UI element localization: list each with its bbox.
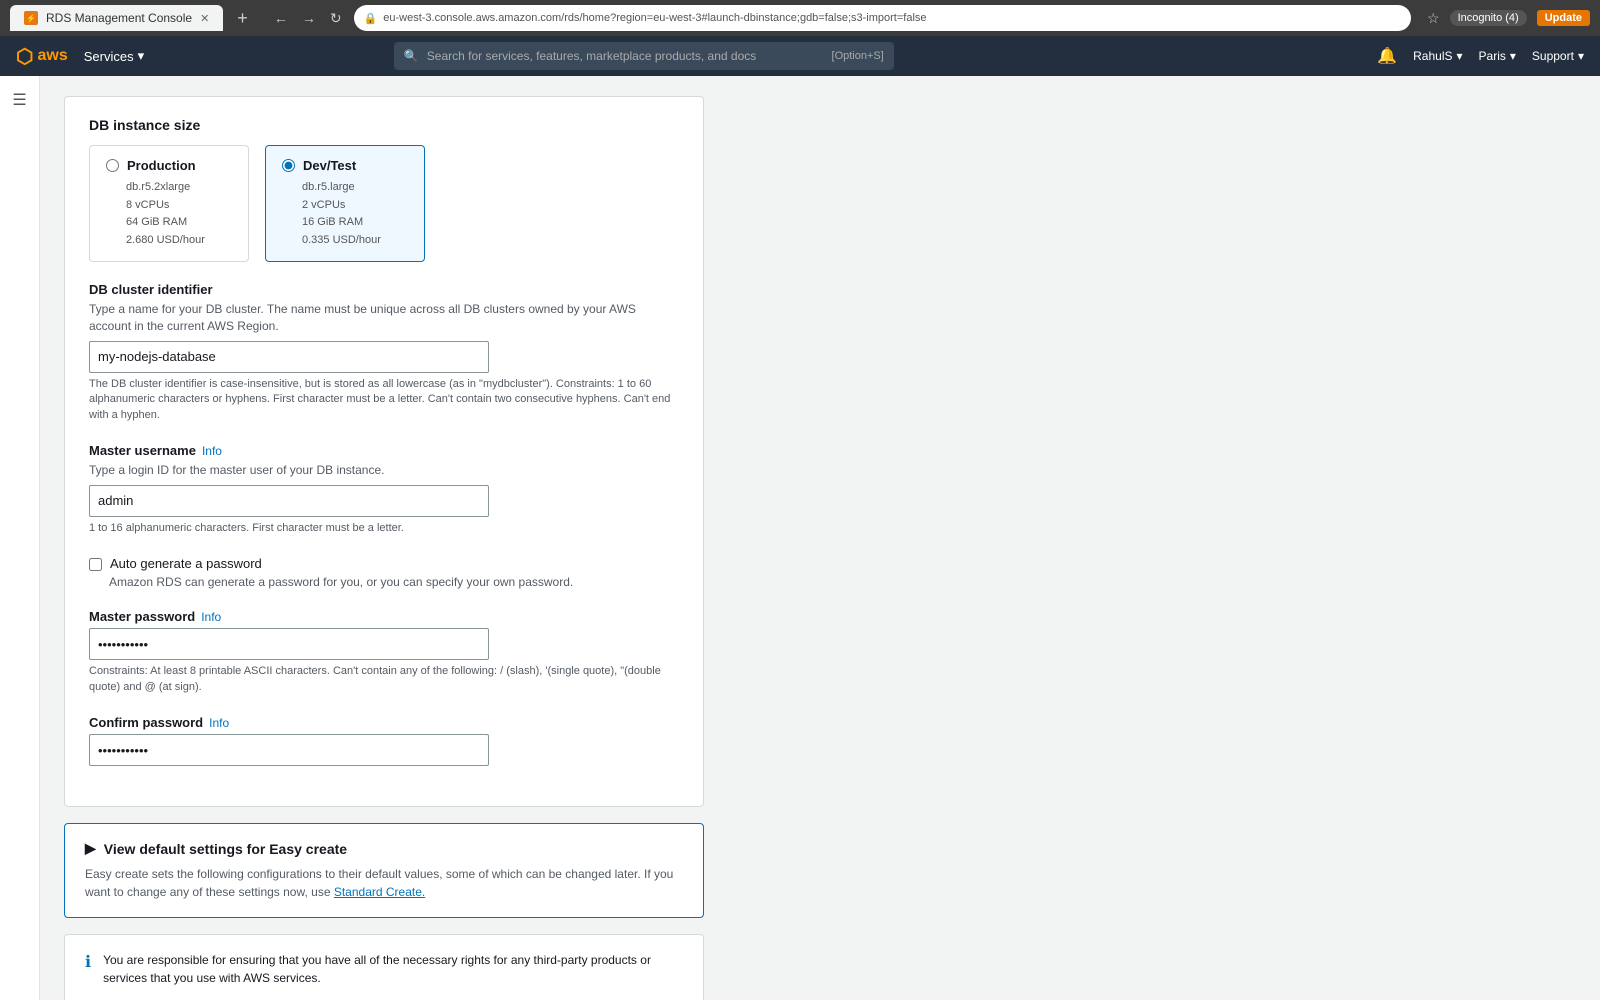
db-cluster-identifier-hint: The DB cluster identifier is case-insens…: [89, 377, 679, 423]
dev-test-radio[interactable]: [282, 159, 295, 172]
services-label: Services: [84, 49, 134, 64]
db-instance-size-label: DB instance size: [89, 117, 679, 133]
master-username-description: Type a login ID for the master user of y…: [89, 462, 679, 479]
form-card: DB instance size Production db.r5.2xlarg…: [64, 96, 704, 807]
aws-wordmark: aws: [37, 47, 67, 65]
user-label: RahulS: [1413, 49, 1452, 63]
tab-close-button[interactable]: ✕: [200, 12, 209, 25]
url-text: eu-west-3.console.aws.amazon.com/rds/hom…: [383, 12, 926, 24]
region-chevron-icon: [1510, 49, 1516, 63]
db-cluster-identifier-description: Type a name for your DB cluster. The nam…: [89, 301, 679, 335]
tab-favicon: ⚡: [24, 11, 38, 25]
support-chevron-icon: [1578, 49, 1584, 63]
master-password-hint: Constraints: At least 8 printable ASCII …: [89, 664, 679, 695]
notice-info-icon: ℹ: [85, 952, 91, 972]
master-username-section: Master username Info Type a login ID for…: [89, 443, 679, 536]
dev-test-option-label[interactable]: Dev/Test: [282, 158, 408, 173]
bookmark-icon[interactable]: ☆: [1427, 10, 1440, 27]
auto-generate-password-label[interactable]: Auto generate a password: [110, 556, 262, 571]
master-username-label: Master username Info: [89, 443, 679, 458]
notice-text: You are responsible for ensuring that yo…: [103, 951, 683, 987]
aws-logo-icon: ⬡: [16, 44, 33, 69]
auto-generate-password-checkbox[interactable]: [89, 558, 102, 571]
master-password-label: Master password Info: [89, 609, 679, 624]
global-search[interactable]: 🔍 Search for services, features, marketp…: [394, 42, 894, 70]
main-content: DB instance size Production db.r5.2xlarg…: [40, 76, 1600, 1000]
master-password-input[interactable]: [89, 628, 489, 660]
confirm-password-label: Confirm password Info: [89, 715, 679, 730]
master-password-section: Master password Info Constraints: At lea…: [89, 609, 679, 695]
production-option[interactable]: Production db.r5.2xlarge 8 vCPUs 64 GiB …: [89, 145, 249, 262]
dev-test-details: db.r5.large 2 vCPUs 16 GiB RAM 0.335 USD…: [282, 179, 408, 249]
easy-create-title: View default settings for Easy create: [104, 841, 347, 857]
master-username-hint: 1 to 16 alphanumeric characters. First c…: [89, 521, 679, 536]
sidebar-toggle-button[interactable]: ☰: [6, 84, 32, 116]
user-chevron-icon: [1457, 49, 1463, 63]
easy-create-header[interactable]: View default settings for Easy create: [85, 840, 683, 857]
notifications-icon[interactable]: 🔔: [1377, 46, 1397, 66]
production-details: db.r5.2xlarge 8 vCPUs 64 GiB RAM 2.680 U…: [106, 179, 232, 249]
user-menu[interactable]: RahulS: [1413, 49, 1462, 63]
lock-icon: 🔒: [364, 12, 378, 25]
standard-create-link[interactable]: Standard Create.: [334, 885, 425, 899]
confirm-password-input[interactable]: [89, 734, 489, 766]
support-label: Support: [1532, 49, 1574, 63]
nav-right-section: 🔔 RahulS Paris Support: [1377, 46, 1584, 66]
production-radio[interactable]: [106, 159, 119, 172]
search-placeholder-text: Search for services, features, marketpla…: [427, 49, 824, 63]
region-menu[interactable]: Paris: [1479, 49, 1516, 63]
browser-chrome: ⚡ RDS Management Console ✕ + ← → ↻ 🔒 eu-…: [0, 0, 1600, 36]
db-cluster-identifier-section: DB cluster identifier Type a name for yo…: [89, 282, 679, 423]
search-shortcut-text: [Option+S]: [832, 50, 884, 62]
services-menu[interactable]: Services: [84, 48, 144, 64]
support-menu[interactable]: Support: [1532, 49, 1584, 63]
auto-generate-password-section: Auto generate a password Amazon RDS can …: [89, 556, 679, 589]
region-label: Paris: [1479, 49, 1506, 63]
tab-title: RDS Management Console: [46, 11, 192, 25]
db-cluster-identifier-input[interactable]: [89, 341, 489, 373]
browser-actions: ☆ Incognito (4) Update: [1427, 10, 1590, 27]
confirm-password-section: Confirm password Info: [89, 715, 679, 766]
auto-generate-password-description: Amazon RDS can generate a password for y…: [89, 575, 679, 589]
forward-button[interactable]: →: [298, 8, 320, 28]
refresh-button[interactable]: ↻: [326, 8, 346, 29]
services-chevron-icon: [138, 48, 145, 64]
easy-create-card: View default settings for Easy create Ea…: [64, 823, 704, 918]
notice-card: ℹ You are responsible for ensuring that …: [64, 934, 704, 1000]
search-icon: 🔍: [404, 49, 419, 63]
master-password-info-link[interactable]: Info: [201, 610, 221, 624]
page-layout: ☰ DB instance size Production db.r5.2xla…: [0, 76, 1600, 1000]
dev-test-option[interactable]: Dev/Test db.r5.large 2 vCPUs 16 GiB RAM …: [265, 145, 425, 262]
browser-tab[interactable]: ⚡ RDS Management Console ✕: [10, 5, 223, 31]
confirm-password-info-link[interactable]: Info: [209, 716, 229, 730]
aws-navigation: ⬡ aws Services 🔍 Search for services, fe…: [0, 36, 1600, 76]
back-button[interactable]: ←: [270, 8, 292, 28]
address-bar[interactable]: 🔒 eu-west-3.console.aws.amazon.com/rds/h…: [354, 5, 1411, 31]
db-cluster-identifier-label: DB cluster identifier: [89, 282, 679, 297]
easy-create-chevron-icon: [85, 840, 96, 857]
browser-controls: ← → ↻: [270, 8, 346, 29]
aws-logo[interactable]: ⬡ aws: [16, 44, 68, 69]
incognito-button[interactable]: Incognito (4): [1450, 10, 1527, 26]
instance-size-options: Production db.r5.2xlarge 8 vCPUs 64 GiB …: [89, 145, 679, 262]
update-button[interactable]: Update: [1537, 10, 1590, 26]
db-instance-size-section: DB instance size Production db.r5.2xlarg…: [89, 117, 679, 262]
master-username-input[interactable]: [89, 485, 489, 517]
auto-generate-password-row: Auto generate a password: [89, 556, 679, 571]
production-option-label[interactable]: Production: [106, 158, 232, 173]
new-tab-button[interactable]: +: [231, 6, 254, 31]
sidebar: ☰: [0, 76, 40, 1000]
master-username-info-link[interactable]: Info: [202, 444, 222, 458]
easy-create-description: Easy create sets the following configura…: [85, 865, 683, 901]
